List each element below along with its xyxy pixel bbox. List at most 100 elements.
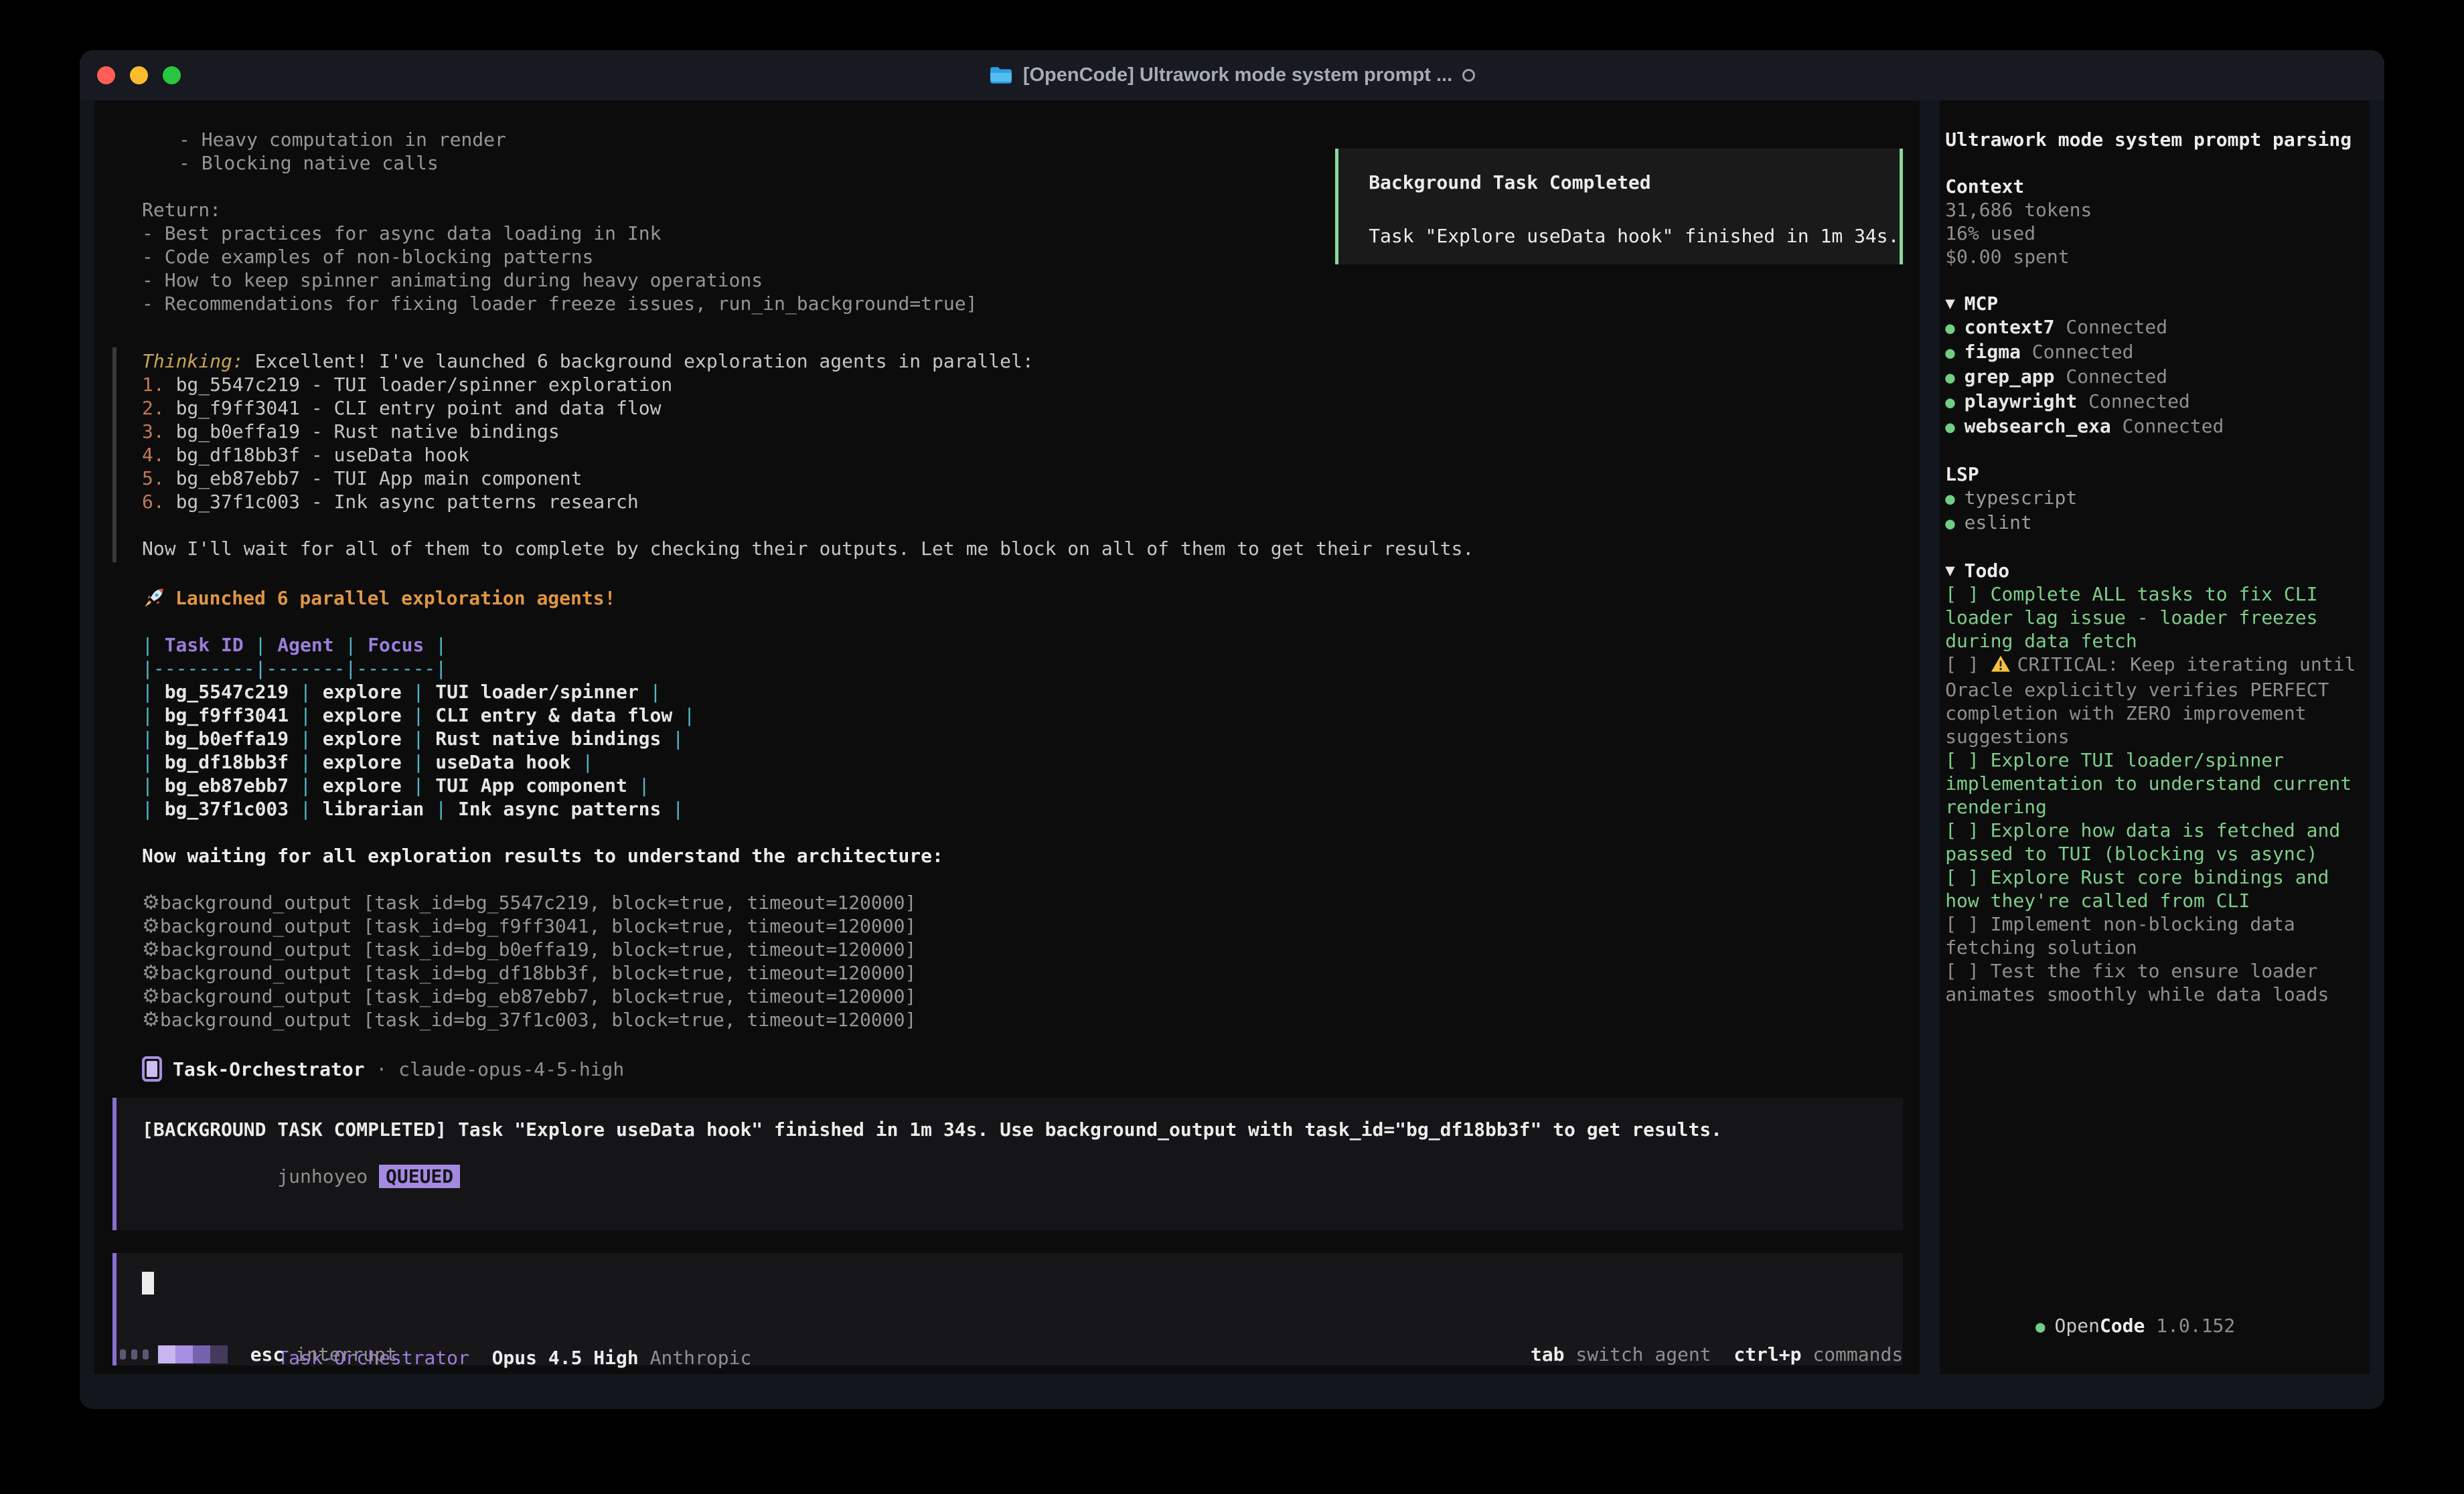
titlebar: [OpenCode] Ultrawork mode system prompt … bbox=[80, 50, 2384, 100]
notification-body: Task "Explore useData hook" finished in … bbox=[1369, 224, 1900, 248]
brand-name: Open bbox=[2055, 1315, 2100, 1337]
lsp-section-heading: LSP bbox=[1945, 463, 2363, 486]
list-item: 5.bg_eb87ebb7 - TUI App main component bbox=[142, 467, 1920, 490]
table-row: |bg_f9ff3041|explore|CLI entry & data fl… bbox=[94, 703, 1920, 727]
status-badge: QUEUED bbox=[379, 1165, 460, 1188]
tool-call-list: ⚙background_output[task_id=bg_5547c219, … bbox=[94, 891, 1920, 1031]
mcp-item: ●playwrightConnected bbox=[1945, 390, 2363, 414]
warning-icon bbox=[1991, 655, 2011, 678]
background-task-notification[interactable]: Background Task Completed Task "Explore … bbox=[1335, 149, 1903, 264]
esc-key-label: interrupt bbox=[295, 1343, 397, 1366]
traffic-lights bbox=[97, 50, 181, 100]
agent-model: claude-opus-4-5-high bbox=[398, 1058, 624, 1081]
esc-key-hint: esc bbox=[250, 1343, 285, 1366]
table-row: |bg_df18bb3f|explore|useData hook| bbox=[94, 750, 1920, 774]
table-row: |bg_37f1c003|librarian|Ink async pattern… bbox=[94, 797, 1920, 821]
chevron-down-icon[interactable]: ▼ bbox=[1945, 292, 1954, 315]
tool-output-line: - How to keep spinner animating during h… bbox=[94, 268, 1920, 292]
green-dot-icon: ● bbox=[1945, 487, 1954, 511]
gear-icon: ⚙ bbox=[142, 985, 160, 1008]
background-task-completed-block: [BACKGROUND TASK COMPLETED] Task "Explor… bbox=[112, 1098, 1903, 1230]
tab-key-hint: tab bbox=[1531, 1343, 1565, 1366]
minimize-button[interactable] bbox=[130, 66, 148, 84]
gear-icon: ⚙ bbox=[142, 961, 160, 985]
rocket-icon bbox=[142, 586, 166, 610]
green-dot-icon: ● bbox=[1945, 366, 1954, 390]
lsp-item: ●eslint bbox=[1945, 511, 2363, 535]
gear-icon: ⚙ bbox=[142, 891, 160, 914]
completed-message: [BACKGROUND TASK COMPLETED] Task "Explor… bbox=[142, 1118, 1903, 1141]
todo-item: [ ]Explore TUI loader/spinner implementa… bbox=[1945, 748, 2363, 819]
table-row: |bg_5547c219|explore|TUI loader/spinner| bbox=[94, 680, 1920, 703]
announcement-line: Launched 6 parallel exploration agents! bbox=[94, 586, 1920, 610]
context-used: 16% used bbox=[1945, 222, 2363, 245]
app-window: [OpenCode] Ultrawork mode system prompt … bbox=[80, 50, 2384, 1409]
mcp-item: ●websearch_exaConnected bbox=[1945, 414, 2363, 439]
todo-item: [ ]Complete ALL tasks to fix CLI loader … bbox=[1945, 582, 2363, 653]
agent-icon bbox=[142, 1056, 162, 1082]
left-edge bbox=[80, 100, 94, 1374]
mcp-section-toggle[interactable]: ▼ MCP bbox=[1945, 292, 2363, 315]
progress-spinner-icon bbox=[158, 1345, 228, 1363]
zoom-button[interactable] bbox=[163, 66, 181, 84]
gear-icon: ⚙ bbox=[142, 938, 160, 961]
table-header-row: |Task ID|Agent|Focus| bbox=[94, 633, 1920, 657]
context-tokens: 31,686 tokens bbox=[1945, 198, 2363, 222]
todo-item: [ ]Explore Rust core bindings and how th… bbox=[1945, 865, 2363, 912]
green-dot-icon: ● bbox=[2035, 1317, 2045, 1336]
todo-item: [ ]CRITICAL: Keep iterating until Oracle… bbox=[1945, 653, 2363, 748]
text-cursor bbox=[142, 1272, 154, 1295]
notification-title: Background Task Completed bbox=[1369, 171, 1900, 194]
todo-section-toggle[interactable]: ▼ Todo bbox=[1945, 559, 2363, 582]
chevron-down-icon[interactable]: ▼ bbox=[1945, 559, 1954, 582]
green-dot-icon: ● bbox=[1945, 512, 1954, 535]
lsp-item: ●typescript bbox=[1945, 486, 2363, 511]
green-dot-icon: ● bbox=[1945, 416, 1954, 439]
mcp-item: ●context7Connected bbox=[1945, 315, 2363, 340]
mcp-item: ●grep_appConnected bbox=[1945, 365, 2363, 390]
todo-item: [ ]Implement non-blocking data fetching … bbox=[1945, 912, 2363, 959]
sidebar: Ultrawork mode system prompt parsing Con… bbox=[1940, 100, 2370, 1374]
todo-item: [ ]Test the fix to ensure loader animate… bbox=[1945, 959, 2363, 1006]
list-item: 1.bg_5547c219 - TUI loader/spinner explo… bbox=[142, 373, 1920, 396]
table-row: |bg_eb87ebb7|explore|TUI App component| bbox=[94, 774, 1920, 797]
tab-key-label: switch agent bbox=[1575, 1343, 1711, 1366]
close-button[interactable] bbox=[97, 66, 115, 84]
status-bar: esc interrupt tab switch agent ctrl+p co… bbox=[120, 1341, 1903, 1367]
cmd-key-label: commands bbox=[1813, 1343, 1903, 1366]
thinking-outro-line: Now I'll wait for all of them to complet… bbox=[142, 537, 1920, 560]
conversation-flow: - Heavy computation in render - Blocking… bbox=[94, 100, 1920, 1365]
list-item: 3.bg_b0effa19 - Rust native bindings bbox=[142, 420, 1920, 443]
username: junhoyeo bbox=[277, 1165, 368, 1187]
terminal-main-panel: Background Task Completed Task "Explore … bbox=[94, 100, 1920, 1374]
spinner-trail-icon bbox=[120, 1349, 149, 1359]
tool-call-line: ⚙background_output[task_id=bg_f9ff3041, … bbox=[94, 914, 1920, 938]
gear-icon: ⚙ bbox=[142, 1008, 160, 1031]
panel-divider bbox=[1920, 100, 1940, 1374]
table-separator-row: |---------|-------|-------| bbox=[94, 657, 1920, 680]
mcp-item: ●figmaConnected bbox=[1945, 340, 2363, 365]
tool-call-line: ⚙background_output[task_id=bg_df18bb3f, … bbox=[94, 961, 1920, 985]
separator-dot: · bbox=[376, 1058, 387, 1081]
tool-call-line: ⚙background_output[task_id=bg_b0effa19, … bbox=[94, 938, 1920, 961]
thinking-block: Thinking:Excellent! I've launched 6 back… bbox=[112, 347, 1920, 562]
list-item: 6.bg_37f1c003 - Ink async patterns resea… bbox=[142, 490, 1920, 513]
tool-call-line: ⚙background_output[task_id=bg_5547c219, … bbox=[94, 891, 1920, 914]
green-dot-icon: ● bbox=[1945, 317, 1954, 340]
thinking-label: Thinking: bbox=[142, 350, 244, 372]
agent-header: Task-Orchestrator · claude-opus-4-5-high bbox=[94, 1055, 1920, 1083]
cmd-key-hint: ctrl+p bbox=[1734, 1343, 1801, 1366]
completed-meta-line: junhoyeo QUEUED bbox=[142, 1141, 1903, 1212]
sidebar-title: Ultrawork mode system prompt parsing bbox=[1945, 128, 2363, 151]
window-title: [OpenCode] Ultrawork mode system prompt … bbox=[1023, 64, 1452, 86]
tool-output-line: - Recommendations for fixing loader free… bbox=[94, 292, 1920, 315]
green-dot-icon: ● bbox=[1945, 391, 1954, 414]
status-circle-icon bbox=[1462, 69, 1475, 82]
gear-icon: ⚙ bbox=[142, 914, 160, 938]
tool-output-line: - Heavy computation in render bbox=[94, 128, 1920, 151]
version-number: 1.0.152 bbox=[2156, 1315, 2235, 1337]
context-heading: Context bbox=[1945, 175, 2363, 198]
todo-item: [ ]Explore how data is fetched and passe… bbox=[1945, 819, 2363, 865]
tool-call-line: ⚙background_output[task_id=bg_eb87ebb7, … bbox=[94, 985, 1920, 1008]
announcement-text: Launched 6 parallel exploration agents! bbox=[175, 586, 615, 610]
